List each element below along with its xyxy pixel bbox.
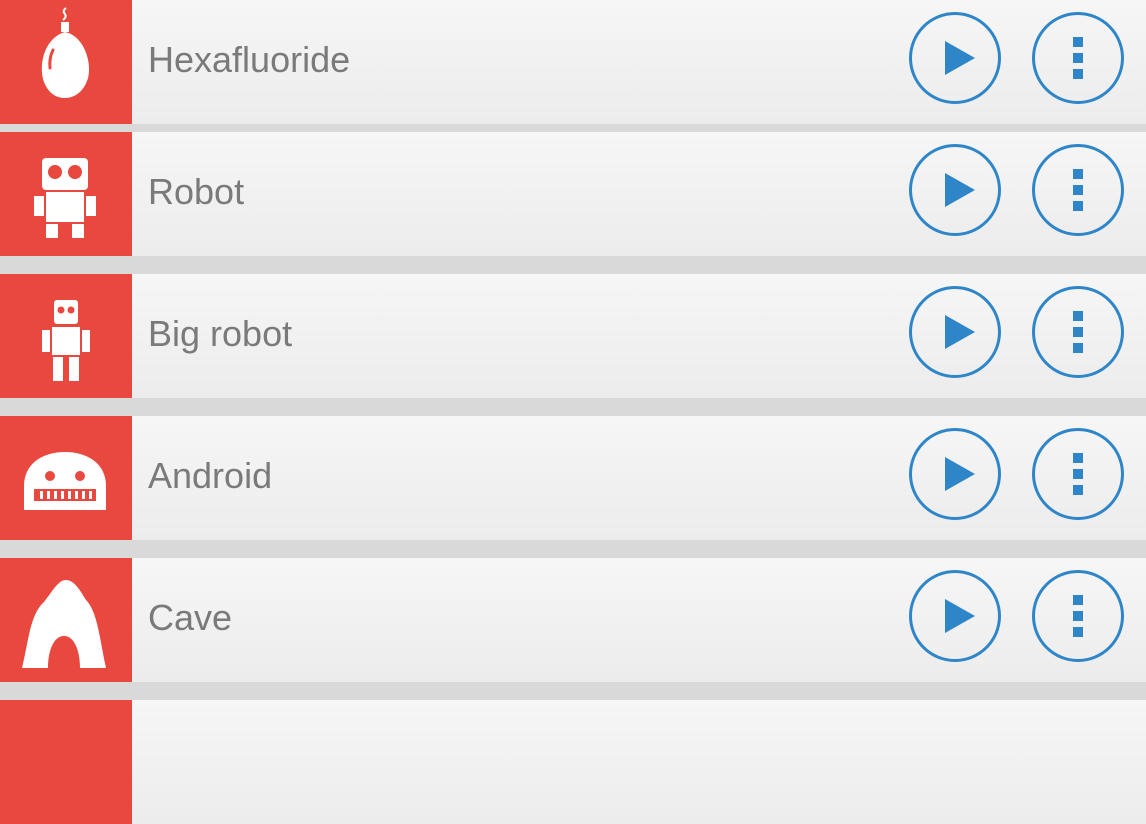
android-face-icon	[0, 416, 132, 540]
list-item-thumbnail	[0, 700, 132, 824]
sound-title: Big robot	[148, 313, 293, 354]
play-icon	[945, 173, 975, 207]
list-item[interactable]: Android	[0, 416, 1146, 540]
play-button[interactable]	[909, 12, 1001, 104]
list-item[interactable]: Big robot	[0, 274, 1146, 398]
play-icon	[945, 315, 975, 349]
play-icon	[945, 599, 975, 633]
robot-icon	[0, 132, 132, 256]
more-vert-icon	[1073, 453, 1083, 495]
play-button[interactable]	[909, 286, 1001, 378]
more-vert-icon	[1073, 37, 1083, 79]
list-item[interactable]: Hexafluoride	[0, 0, 1146, 124]
play-button[interactable]	[909, 570, 1001, 662]
more-vert-icon	[1073, 311, 1083, 353]
more-options-button[interactable]	[1032, 286, 1124, 378]
cave-icon	[0, 558, 132, 682]
play-icon	[945, 457, 975, 491]
list-item[interactable]: Robot	[0, 132, 1146, 256]
sound-title: Cave	[148, 597, 233, 638]
sound-title: Robot	[148, 171, 245, 212]
sound-title: Android	[148, 455, 273, 496]
play-button[interactable]	[909, 428, 1001, 520]
balloon-icon	[0, 0, 132, 124]
sound-title: Hexafluoride	[148, 39, 351, 80]
big-robot-icon	[0, 274, 132, 398]
more-options-button[interactable]	[1032, 12, 1124, 104]
sound-list: Hexafluoride Robot Big robot Android Cav…	[0, 0, 1146, 824]
more-vert-icon	[1073, 169, 1083, 211]
more-options-button[interactable]	[1032, 428, 1124, 520]
play-button[interactable]	[909, 144, 1001, 236]
list-item[interactable]: Cave	[0, 558, 1146, 682]
list-item[interactable]	[0, 700, 1146, 824]
more-options-button[interactable]	[1032, 144, 1124, 236]
play-icon	[945, 41, 975, 75]
more-vert-icon	[1073, 595, 1083, 637]
more-options-button[interactable]	[1032, 570, 1124, 662]
